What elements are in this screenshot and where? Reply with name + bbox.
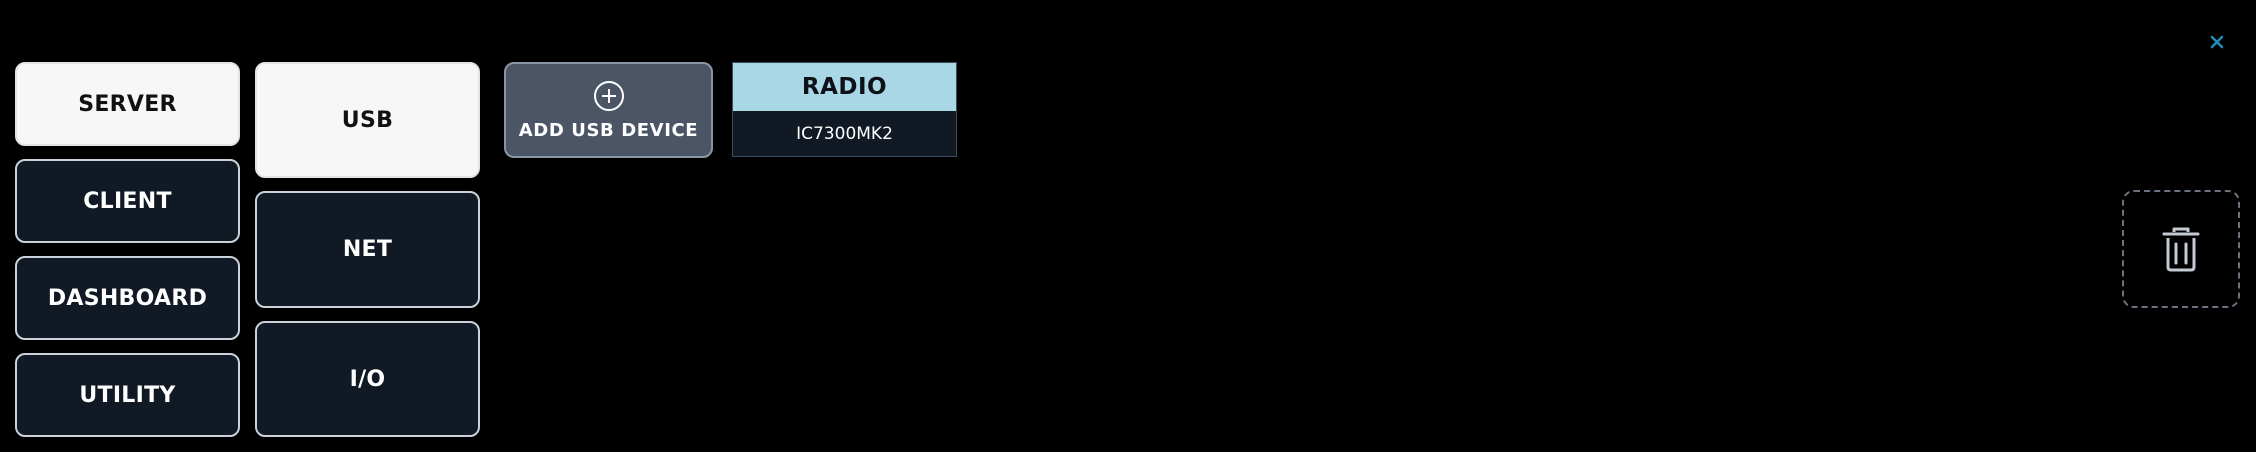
device-card[interactable]: RADIO IC7300MK2 [732,62,957,157]
add-usb-device-label: ADD USB DEVICE [518,119,699,141]
nav-server-button[interactable]: SERVER [15,62,240,146]
nav-dashboard-button[interactable]: DASHBOARD [15,256,240,340]
subnav-net-button[interactable]: NET [255,191,480,308]
plus-circle-icon [593,80,624,111]
device-model: IC7300MK2 [796,123,893,144]
subnav-io-button[interactable]: I/O [255,321,480,437]
device-name: RADIO [733,63,956,111]
nav-utility-button[interactable]: UTILITY [15,353,240,437]
trash-icon [2162,227,2200,272]
nav-client-button[interactable]: CLIENT [15,159,240,243]
add-usb-device-button[interactable]: ADD USB DEVICE [504,62,713,158]
usb-server-screen: SERVER CLIENT DASHBOARD UTILITY USB NET … [0,0,2256,452]
close-icon[interactable] [2205,30,2229,54]
trash-drop-zone[interactable] [2122,190,2240,308]
subnav-usb-button[interactable]: USB [255,62,480,178]
